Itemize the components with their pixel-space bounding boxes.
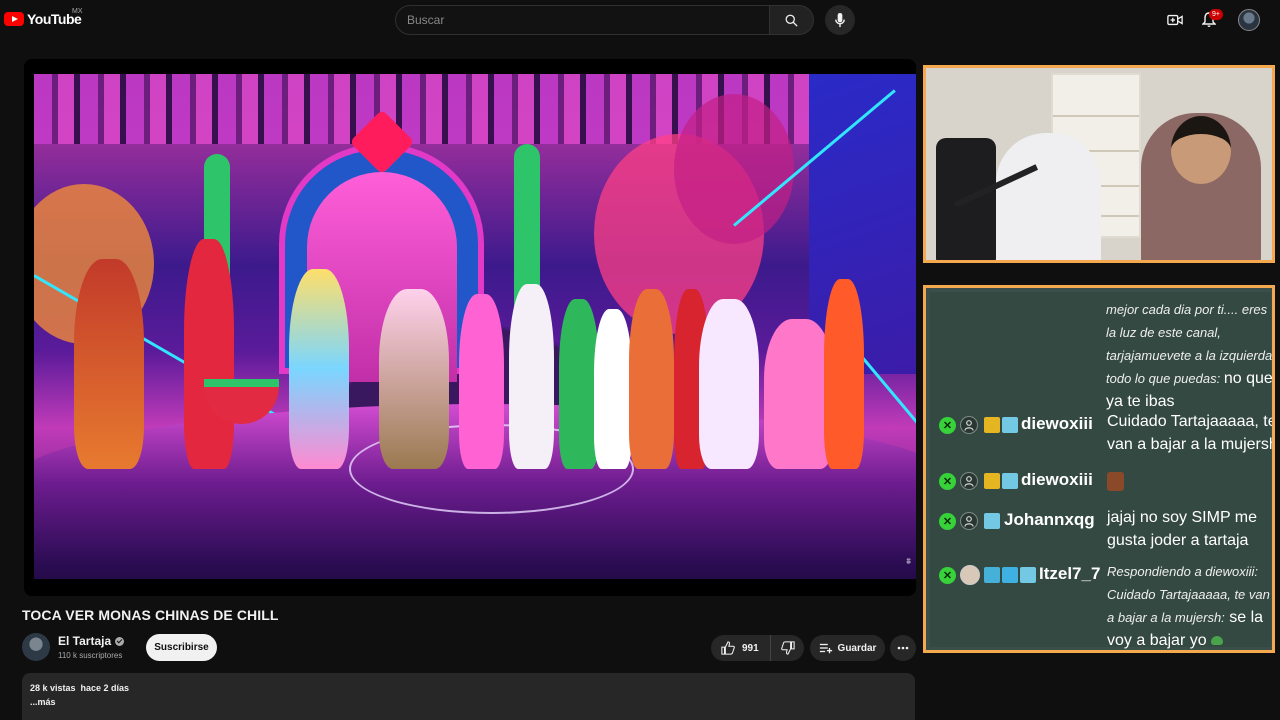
- more-horizontal-icon: [897, 646, 909, 650]
- chat-text: Respondiendo a diewoxiii: Cuidado Tartaj…: [1107, 560, 1272, 650]
- more-actions-button[interactable]: [890, 635, 916, 661]
- subscriber-badge-icon: [1002, 473, 1018, 489]
- chat-username: Itzel7_7: [1039, 564, 1101, 583]
- save-button[interactable]: Guardar: [810, 635, 885, 661]
- chat-overlay: mejor cada dia por ti.... eres la luz de…: [923, 285, 1275, 653]
- subscribe-button[interactable]: Suscribirse: [146, 634, 217, 661]
- emote-icon: [1107, 472, 1124, 492]
- verified-icon: [115, 636, 125, 646]
- voice-search-button[interactable]: [825, 5, 855, 35]
- playlist-add-icon: [819, 643, 832, 654]
- dislike-button[interactable]: [771, 635, 804, 661]
- chat-message-top: mejor cada dia por ti.... eres la luz de…: [1106, 298, 1272, 413]
- video-player[interactable]: ⩩: [24, 59, 916, 596]
- subscriber-badge-icon: [1002, 417, 1018, 433]
- description-more-link[interactable]: ...más: [30, 697, 907, 707]
- subscriber-count: 110 k suscriptores: [58, 651, 123, 660]
- create-icon: [1167, 14, 1183, 26]
- account-avatar[interactable]: [1238, 9, 1260, 31]
- subscriber-badge-icon: [1020, 567, 1036, 583]
- youtube-logo[interactable]: YouTube MX: [4, 8, 83, 27]
- thumbs-up-icon: [721, 641, 735, 655]
- chat-username: diewoxiii: [1021, 470, 1093, 489]
- watermark-logo: ⩩: [906, 556, 911, 566]
- xbox-icon: ✕: [939, 417, 956, 434]
- notification-badge: 9+: [1209, 9, 1223, 20]
- xbox-icon: ✕: [939, 473, 956, 490]
- youtube-play-icon: [4, 12, 24, 26]
- chat-message: ✕ diewoxiii Cuidado Tartajaaaaa, te van …: [934, 408, 1275, 458]
- video-frame-image: ⩩: [34, 74, 916, 579]
- channel-name-link[interactable]: El Tartaja: [58, 634, 125, 648]
- crown-badge-icon: [984, 417, 1000, 433]
- crown-badge-icon: [984, 473, 1000, 489]
- channel-name: El Tartaja: [58, 634, 112, 648]
- search-box: [395, 5, 770, 35]
- country-code: MX: [72, 8, 83, 15]
- video-title: TOCA VER MONAS CHINAS DE CHILL: [22, 607, 279, 623]
- search-button[interactable]: [770, 5, 814, 35]
- microphone-icon: [835, 12, 845, 27]
- like-dislike-group: 991: [711, 635, 804, 661]
- user-avatar: [960, 565, 980, 585]
- like-count: 991: [742, 642, 759, 654]
- chat-text: [1107, 470, 1272, 493]
- chat-message: ✕ Itzel7_7 Respondiendo a diewoxiii: Cui…: [934, 558, 1272, 649]
- xbox-icon: ✕: [939, 513, 956, 530]
- save-label: Guardar: [837, 642, 877, 654]
- user-icon: [960, 512, 978, 530]
- chat-text: Cuidado Tartajaaaaa, te van a bajar a la…: [1107, 413, 1275, 453]
- thumbs-down-icon: [780, 641, 795, 655]
- search-input[interactable]: [396, 6, 769, 34]
- chat-message: ✕ Johannxqg jajaj no soy SIMP me gusta j…: [934, 504, 1272, 554]
- top-bar: YouTube MX 9+: [0, 0, 1280, 40]
- xbox-icon: ✕: [939, 567, 956, 584]
- chat-username: diewoxiii: [1021, 414, 1093, 433]
- description-box[interactable]: 28 k vistas hace 2 días ...más: [22, 673, 915, 720]
- chat-text: jajaj no soy SIMP me gusta joder a tarta…: [1107, 509, 1257, 549]
- chat-username: Johannxqg: [1004, 510, 1095, 529]
- webcam-overlay: [923, 65, 1275, 263]
- chat-message: ✕ diewoxiii: [934, 464, 1272, 494]
- streamer-left: [996, 133, 1101, 260]
- frog-emote-icon: [1211, 636, 1224, 646]
- user-icon: [960, 416, 978, 434]
- create-video-button[interactable]: [1165, 10, 1185, 30]
- search-icon: [785, 14, 798, 27]
- subscriber-badge-icon: [984, 513, 1000, 529]
- user-icon: [960, 472, 978, 490]
- like-button[interactable]: 991: [711, 635, 771, 661]
- tool-badge-icon: [984, 567, 1000, 583]
- channel-avatar[interactable]: [22, 633, 50, 661]
- view-stats: 28 k vistas hace 2 días: [30, 683, 130, 693]
- badge-icon: [1002, 567, 1018, 583]
